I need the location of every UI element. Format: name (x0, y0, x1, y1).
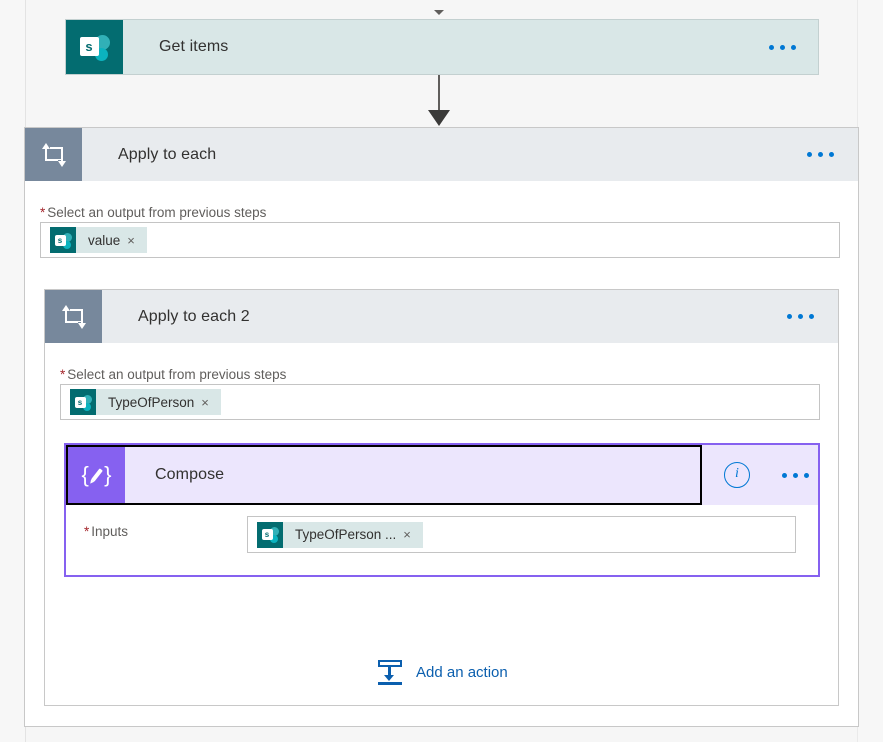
token-chip-typeofperson[interactable]: s TypeOfPerson × (70, 389, 221, 415)
ellipsis-dot (769, 44, 774, 50)
token-remove-icon[interactable]: × (127, 234, 147, 247)
ellipsis-dot (807, 152, 812, 157)
field-label-select-output-inner: * Select an output from previous steps (60, 367, 286, 382)
ellipsis-dot (787, 314, 792, 319)
action-card-compose[interactable]: { } Compose i (64, 443, 820, 577)
field-input-select-output-inner[interactable]: s TypeOfPerson × (60, 384, 820, 420)
sharepoint-icon-letter: s (54, 234, 66, 246)
sharepoint-icon: s (70, 389, 96, 415)
loop-icon (25, 128, 82, 181)
field-input-select-output-outer[interactable]: s value × (40, 222, 840, 258)
ellipsis-dot (809, 314, 814, 319)
sharepoint-icon-letter: s (74, 396, 86, 408)
compose-header[interactable]: { } Compose (66, 445, 702, 505)
ellipsis-dot (793, 472, 798, 478)
required-marker: * (60, 367, 66, 382)
token-label: TypeOfPerson ... (295, 527, 397, 542)
more-options-button-apply-to-each[interactable] (807, 128, 858, 181)
more-options-button-apply-to-each-2[interactable] (787, 290, 838, 343)
connector-line (438, 75, 440, 113)
canvas-right-rail (857, 0, 883, 742)
field-label-text: Select an output from previous steps (47, 205, 267, 220)
field-label-inputs: * Inputs (84, 524, 128, 539)
add-an-action-button[interactable]: Add an action (376, 658, 508, 686)
field-label-text: Inputs (91, 524, 129, 539)
ellipsis-dot (798, 314, 803, 319)
sharepoint-icon: s (50, 227, 76, 253)
ellipsis-dot (829, 152, 834, 157)
canvas-left-rail (0, 0, 26, 742)
ellipsis-dot (782, 472, 787, 478)
action-title-compose: Compose (155, 466, 225, 483)
field-label-text: Select an output from previous steps (67, 367, 287, 382)
sharepoint-icon: s (66, 20, 123, 74)
compose-braces-pencil-icon: { } (68, 447, 125, 503)
action-card-get-items[interactable]: s Get items (65, 19, 819, 75)
ellipsis-dot (804, 472, 809, 478)
sharepoint-icon-letter: s (261, 529, 273, 540)
field-input-inputs[interactable]: s TypeOfPerson ... × (247, 516, 796, 553)
token-label: value (88, 232, 121, 248)
token-label: TypeOfPerson (108, 394, 195, 410)
more-options-button-get-items[interactable] (769, 20, 818, 74)
sharepoint-icon-letter: s (79, 37, 99, 56)
compose-header-actions: i (702, 445, 818, 505)
ellipsis-dot (780, 44, 785, 50)
scope-header-apply-to-each[interactable]: Apply to each (25, 128, 858, 181)
info-icon[interactable]: i (724, 462, 750, 488)
collapse-chevron-icon[interactable] (434, 10, 444, 15)
scope-title-apply-to-each: Apply to each (118, 145, 217, 163)
scope-header-apply-to-each-2[interactable]: Apply to each 2 (45, 290, 838, 343)
sharepoint-icon: s (257, 521, 283, 548)
add-an-action-label: Add an action (416, 663, 508, 681)
token-remove-icon[interactable]: × (403, 528, 423, 541)
flow-designer-canvas: s Get items Apply to each * Select an ou… (0, 0, 883, 742)
ellipsis-dot (818, 152, 823, 157)
more-options-button-compose[interactable] (782, 472, 809, 478)
required-marker: * (40, 205, 46, 220)
insert-action-icon (376, 658, 404, 686)
connector-arrow-icon (428, 110, 450, 126)
loop-icon (45, 290, 102, 343)
ellipsis-dot (791, 44, 796, 50)
token-chip-typeofperson-truncated[interactable]: s TypeOfPerson ... × (257, 521, 423, 548)
required-marker: * (84, 524, 90, 539)
scope-title-apply-to-each-2: Apply to each 2 (138, 307, 250, 325)
token-remove-icon[interactable]: × (201, 396, 221, 409)
field-label-select-output-outer: * Select an output from previous steps (40, 205, 266, 220)
token-chip-value[interactable]: s value × (50, 227, 147, 253)
action-title-get-items: Get items (159, 38, 229, 55)
